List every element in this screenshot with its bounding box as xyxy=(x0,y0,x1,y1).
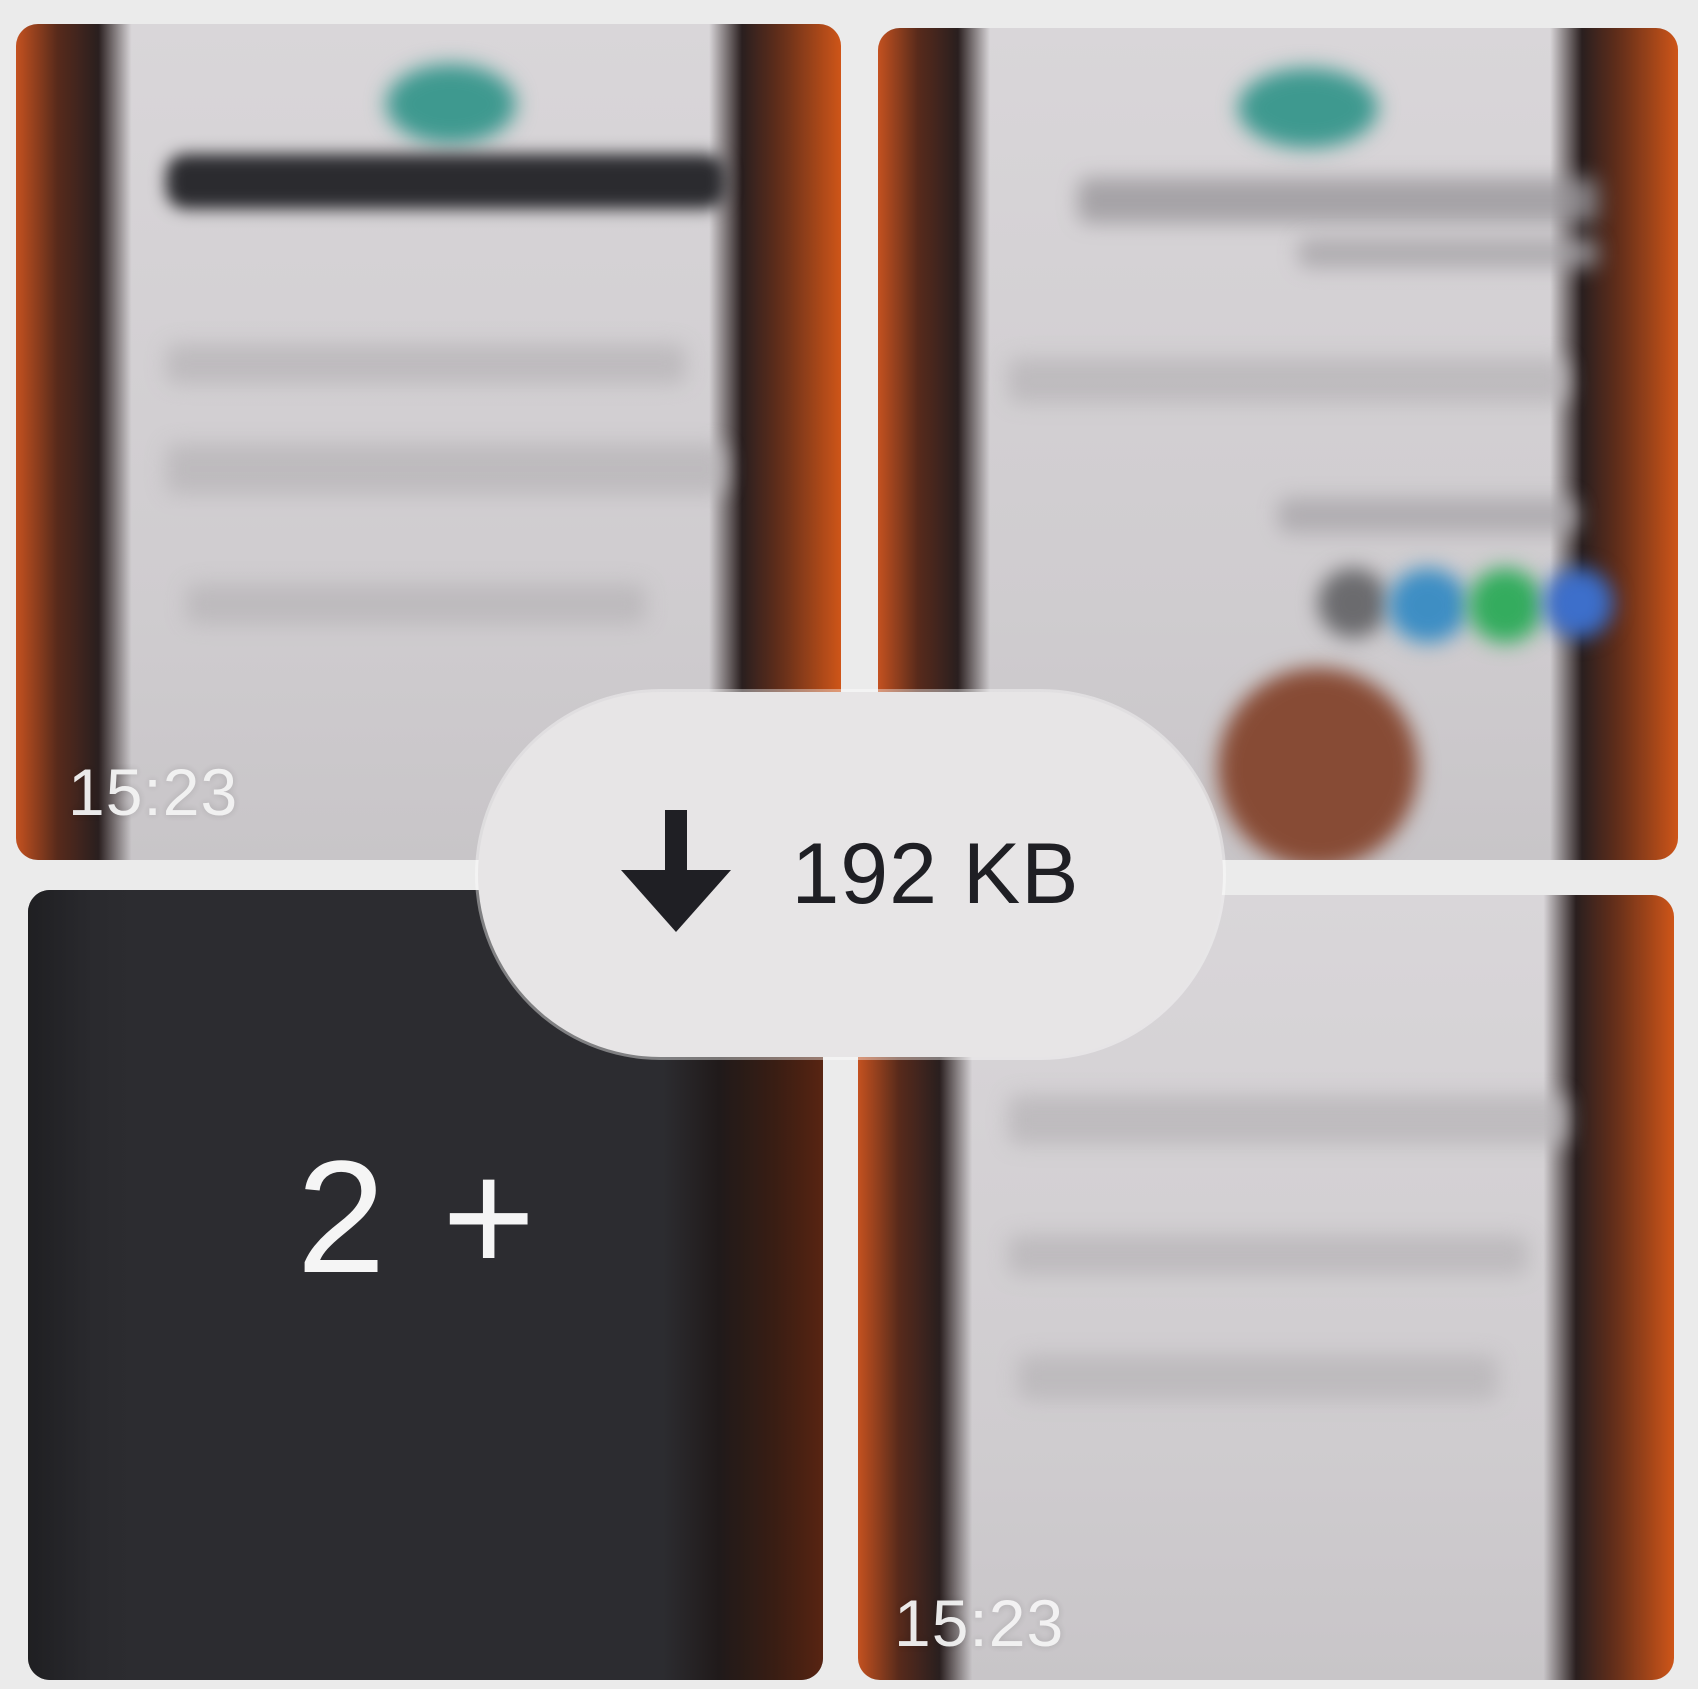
blurred-shape xyxy=(1543,568,1613,638)
timestamp: 15:23 xyxy=(894,1586,1065,1660)
blurred-shape xyxy=(1218,668,1418,860)
blurred-shape xyxy=(1318,568,1388,638)
blurred-shape xyxy=(1008,1235,1528,1275)
download-button[interactable]: 192 KB xyxy=(478,692,1223,1057)
download-size-label: 192 KB xyxy=(791,826,1080,922)
blurred-shape xyxy=(1388,568,1468,643)
blurred-shape xyxy=(186,584,646,624)
blurred-shape xyxy=(166,154,726,209)
blurred-shape xyxy=(1238,68,1378,148)
blurred-shape xyxy=(1298,238,1598,268)
blurred-shape xyxy=(1278,498,1578,533)
blurred-shape xyxy=(1008,1095,1568,1145)
blurred-shape xyxy=(166,444,726,494)
media-album-grid[interactable]: 15:23 2 + 15:23 192 KB xyxy=(0,0,1698,1689)
timestamp: 15:23 xyxy=(68,755,239,829)
blurred-shape xyxy=(1018,1355,1498,1400)
blurred-shape xyxy=(1008,358,1568,403)
blurred-shape xyxy=(386,64,516,144)
blurred-shape xyxy=(1468,568,1543,643)
blurred-shape xyxy=(1078,178,1598,223)
download-arrow-icon xyxy=(621,809,732,932)
blurred-shape xyxy=(166,344,686,384)
